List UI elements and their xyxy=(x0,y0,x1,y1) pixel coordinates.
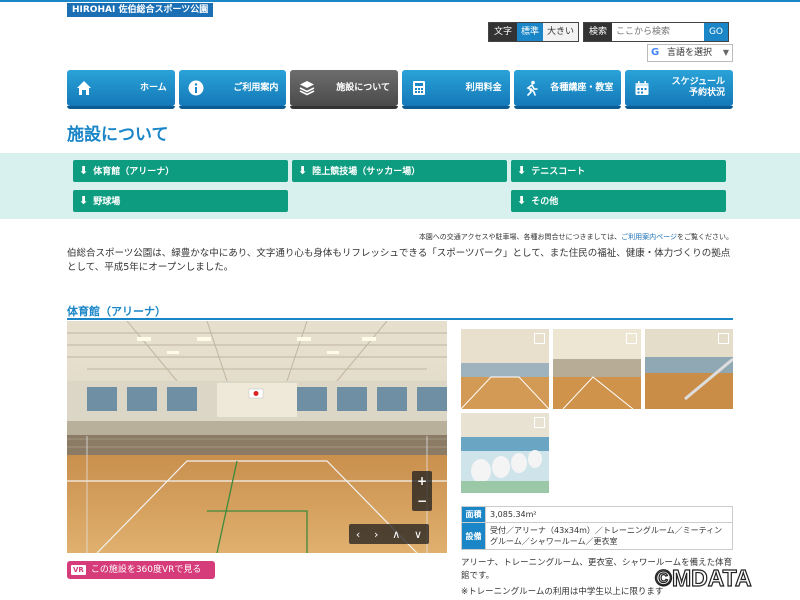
access-note: 本園への交通アクセスや駐車場、各種お問合せにつきましては、ご利用案内ページをご覧… xyxy=(67,232,733,242)
subnav-baseball-label: 野球場 xyxy=(93,197,121,207)
calendar-icon xyxy=(633,79,651,97)
equipment-value: 受付／アリーナ（43x34m）／トレーニングルーム／ミーティングルーム／シャワー… xyxy=(485,522,733,550)
subnav-baseball[interactable]: ⬇ 野球場 xyxy=(73,190,288,212)
zoom-controls: + − xyxy=(412,471,432,511)
arrow-down-icon: ⬇ xyxy=(517,194,527,207)
site-logo-badge[interactable]: HIROHAI 佐伯総合スポーツ公園 xyxy=(67,3,214,17)
nav-guide-label: ご利用案内 xyxy=(233,82,279,93)
access-note-text: 本園への交通アクセスや駐車場、各種お問合せにつきましては、 xyxy=(418,233,622,241)
subnav-other[interactable]: ⬇ その他 xyxy=(511,190,726,212)
pan-right-button[interactable]: › xyxy=(374,528,378,541)
pan-controls: ‹ › ∧ ∨ xyxy=(349,524,429,544)
expand-icon xyxy=(718,333,729,344)
zoom-out-button[interactable]: − xyxy=(412,491,432,511)
arena-thumbnail-3[interactable] xyxy=(645,329,733,409)
copyright-watermark: ©MDATA xyxy=(654,564,752,591)
search-go-button[interactable]: GO xyxy=(703,23,728,41)
subnav-stadium-label: 陸上競技場（サッカー場） xyxy=(312,167,421,177)
pan-up-button[interactable]: ∧ xyxy=(392,528,400,541)
arena-thumbnail-1[interactable] xyxy=(461,329,549,409)
subnav-stadium[interactable]: ⬇ 陸上競技場（サッカー場） xyxy=(292,160,507,182)
top-rule xyxy=(0,0,800,2)
nav-facilities[interactable]: 施設について xyxy=(290,70,399,109)
layers-icon xyxy=(298,79,316,97)
site-search: 検索 GO xyxy=(583,22,729,42)
arena-vr-viewer[interactable]: + − ‹ › ∧ ∨ xyxy=(67,321,447,553)
section-title: 体育館（アリーナ） xyxy=(67,305,166,318)
subnav-tennis[interactable]: ⬇ テニスコート xyxy=(511,160,726,182)
subnav-arena-label: 体育館（アリーナ） xyxy=(93,167,175,177)
pan-down-button[interactable]: ∨ xyxy=(414,528,422,541)
main-nav: ホーム ご利用案内 施設について 利用料金 各種講座・教室 スケジュール 予約状… xyxy=(67,70,734,109)
search-label: 検索 xyxy=(584,23,613,41)
nav-home-label: ホーム xyxy=(139,82,167,93)
home-icon xyxy=(75,79,93,97)
nav-classes-label: 各種講座・教室 xyxy=(550,82,614,93)
font-size-standard-button[interactable]: 標準 xyxy=(517,23,544,41)
area-header: 面積 xyxy=(461,506,486,523)
caret-down-icon: ▼ xyxy=(722,48,729,57)
font-size-large-button[interactable]: 大きい xyxy=(543,23,579,41)
arena-photo xyxy=(67,321,447,553)
arena-thumbnail-2[interactable] xyxy=(553,329,641,409)
equipment-header: 設備 xyxy=(461,522,486,550)
intro-text: 伯総合スポーツ公園は、緑豊かな中にあり、文字通り心も身体もリフレッシュできる「ス… xyxy=(67,248,731,273)
table-row: 面積 3,085.34m² xyxy=(461,506,733,523)
search-input[interactable] xyxy=(612,23,704,41)
language-selector-label: 言語を選択 xyxy=(667,48,713,58)
expand-icon xyxy=(534,333,545,344)
nav-home[interactable]: ホーム xyxy=(67,70,175,109)
facility-spec-table: 面積 3,085.34m² 設備 受付／アリーナ（43x34m）／トレーニングル… xyxy=(461,506,733,550)
section-heading-arena: 体育館（アリーナ） xyxy=(67,300,733,320)
google-icon: G xyxy=(651,47,660,58)
language-selector[interactable]: G 言語を選択 ▼ xyxy=(647,44,733,62)
nav-fees[interactable]: 利用料金 xyxy=(402,70,510,109)
font-size-label: 文字 xyxy=(489,23,518,41)
pan-left-button[interactable]: ‹ xyxy=(356,528,360,541)
subnav-tennis-label: テニスコート xyxy=(531,167,586,177)
arrow-down-icon: ⬇ xyxy=(79,164,89,177)
vr-icon: VR xyxy=(71,565,86,575)
nav-schedule-label: スケジュール 予約状況 xyxy=(671,77,726,98)
nav-facilities-label: 施設について xyxy=(336,82,391,93)
subnav-other-label: その他 xyxy=(531,197,559,207)
font-size-switcher: 文字 標準 大きい xyxy=(488,22,580,42)
vr-360-button-label: この施設を360度VRで見る xyxy=(90,565,202,575)
arrow-down-icon: ⬇ xyxy=(517,164,527,177)
access-note-suffix: をご覧ください。 xyxy=(677,233,733,241)
table-row: 設備 受付／アリーナ（43x34m）／トレーニングルーム／ミーティングルーム／シ… xyxy=(461,522,733,550)
facility-subnav: ⬇ 体育館（アリーナ） ⬇ 陸上競技場（サッカー場） ⬇ テニスコート ⬇ 野球場 ⬇ そ… xyxy=(0,153,800,219)
arrow-down-icon: ⬇ xyxy=(298,164,308,177)
nav-classes[interactable]: 各種講座・教室 xyxy=(513,70,622,109)
arrow-down-icon: ⬇ xyxy=(79,194,89,207)
area-value: 3,085.34m² xyxy=(485,506,733,523)
runner-icon xyxy=(522,79,540,97)
guide-page-link[interactable]: ご利用案内ページ xyxy=(621,233,677,241)
nav-guide[interactable]: ご利用案内 xyxy=(178,70,287,109)
info-icon xyxy=(187,79,205,97)
calculator-icon xyxy=(410,79,428,97)
expand-icon xyxy=(534,417,545,428)
subnav-arena[interactable]: ⬇ 体育館（アリーナ） xyxy=(73,160,288,182)
vr-360-button[interactable]: VR この施設を360度VRで見る xyxy=(67,561,215,579)
nav-schedule[interactable]: スケジュール 予約状況 xyxy=(625,70,734,109)
page-title: 施設について xyxy=(67,125,169,145)
expand-icon xyxy=(626,333,637,344)
arena-thumbnail-4[interactable] xyxy=(461,413,549,493)
nav-fees-label: 利用料金 xyxy=(465,82,502,93)
zoom-in-button[interactable]: + xyxy=(412,471,432,491)
